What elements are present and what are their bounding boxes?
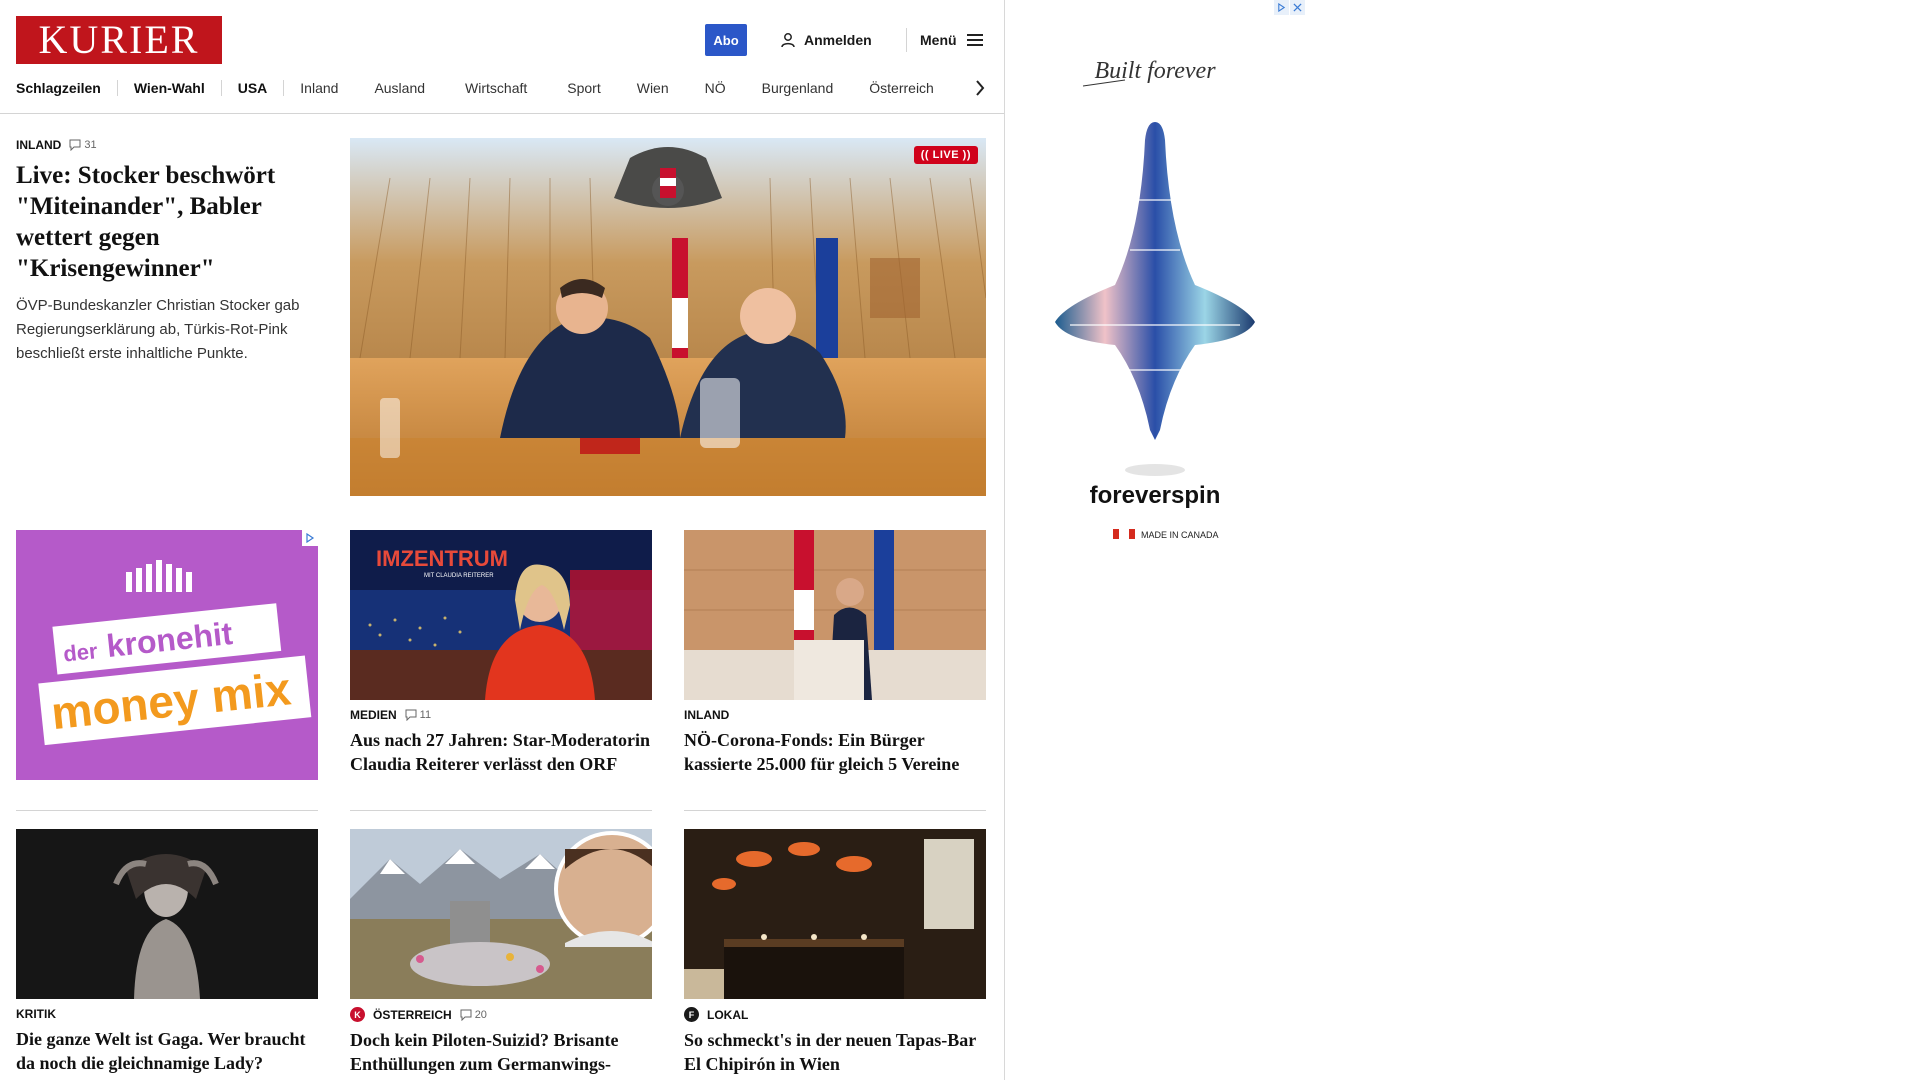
- nav-item-sport[interactable]: Sport: [567, 80, 600, 96]
- article-card-medien[interactable]: IMZENTRUM MIT CLAUDIA REITERER MEDIEN 11…: [350, 530, 652, 776]
- kicker-label: KRITIK: [16, 1007, 56, 1021]
- kicker-label: MEDIEN: [350, 708, 397, 722]
- nav-scroll-right-icon[interactable]: [968, 76, 992, 100]
- card-headline[interactable]: Die ganze Welt ist Gaga. Wer braucht da …: [16, 1027, 318, 1075]
- parliament-photo: [350, 138, 986, 496]
- card-kicker: f LOKAL: [684, 1007, 986, 1022]
- menu-button[interactable]: Menü: [920, 28, 983, 52]
- nav-item-inland[interactable]: Inland: [300, 80, 338, 96]
- ad-close-icon[interactable]: [1290, 0, 1305, 15]
- logo-text: KURIER: [38, 17, 200, 62]
- kronehit-ad-graphic: der kronehit money mix: [16, 530, 318, 780]
- divider: [350, 810, 652, 811]
- card-headline[interactable]: NÖ-Corona-Fonds: Ein Bürger kassierte 25…: [684, 728, 986, 776]
- kronehit-ad[interactable]: der kronehit money mix: [16, 530, 318, 780]
- nav-item-ausland[interactable]: Ausland: [374, 80, 425, 96]
- nav-divider: [220, 80, 222, 96]
- nav-item-wien-wahl[interactable]: Wien-Wahl: [134, 80, 205, 96]
- comment-count[interactable]: 31: [69, 139, 97, 151]
- card-kicker: K ÖSTERREICH 20: [350, 1007, 652, 1022]
- nav-item-burgenland[interactable]: Burgenland: [762, 80, 834, 96]
- comment-count[interactable]: 11: [405, 709, 431, 721]
- press-conference-photo: [684, 530, 986, 700]
- menu-label: Menü: [920, 32, 957, 48]
- nav-item-usa[interactable]: USA: [238, 80, 268, 96]
- orf-studio-photo: IMZENTRUM MIT CLAUDIA REITERER: [350, 530, 652, 700]
- foreverspin-ad-graphic: Built forever foreverspin MADE IN CANADA: [1005, 0, 1305, 605]
- kurier-logo[interactable]: KURIER: [16, 16, 222, 64]
- thumb-show-subtitle: MIT CLAUDIA REITERER: [424, 573, 494, 579]
- comment-icon: [69, 139, 81, 151]
- divider: [16, 810, 318, 811]
- nav-item-wirtschaft[interactable]: Wirtschaft: [465, 80, 527, 96]
- comment-count-value: 11: [419, 709, 432, 721]
- comment-count-value: 31: [84, 139, 97, 151]
- card-headline[interactable]: So schmeckt's in der neuen Tapas-Bar El …: [684, 1028, 986, 1076]
- comment-icon: [405, 709, 417, 721]
- card-kicker: MEDIEN 11: [350, 708, 652, 722]
- nav-item-schlagzeilen[interactable]: Schlagzeilen: [16, 80, 101, 96]
- lead-teaser: ÖVP-Bundeskanzler Christian Stocker gab …: [16, 297, 300, 362]
- ad-badges: [1274, 0, 1305, 15]
- ad-script: Built forever: [1094, 58, 1216, 84]
- card-kicker: KRITIK: [16, 1007, 318, 1021]
- thumb-show-title: IMZENTRUM: [376, 546, 508, 571]
- live-badge: (( LIVE )): [913, 146, 978, 164]
- card-headline[interactable]: Doch kein Piloten-Suizid? Brisante Enthü…: [350, 1028, 652, 1080]
- main-column: KURIER Abo Anmelden Menü Schlagzeilen Wi…: [0, 0, 1005, 1080]
- card-headline[interactable]: Aus nach 27 Jahren: Star-Moderatorin Cla…: [350, 728, 652, 776]
- ad-brand: foreverspin: [1090, 482, 1221, 509]
- article-thumbnail[interactable]: [684, 829, 986, 999]
- ad-choices-icon[interactable]: [1274, 0, 1289, 15]
- divider: [684, 810, 986, 811]
- kurier-plus-icon: K: [350, 1007, 365, 1022]
- article-thumbnail[interactable]: [684, 530, 986, 700]
- article-card-kritik[interactable]: KRITIK Die ganze Welt ist Gaga. Wer brau…: [16, 829, 318, 1075]
- freizeit-icon: f: [684, 1007, 699, 1022]
- ad-choices-icon[interactable]: [302, 530, 318, 546]
- article-card-oesterreich[interactable]: K ÖSTERREICH 20 Doch kein Piloten-Suizid…: [350, 829, 652, 1080]
- lead-article[interactable]: INLAND 31 Live: Stocker beschwört "Mitei…: [16, 138, 322, 366]
- kicker-label: INLAND: [684, 708, 730, 722]
- header-divider: [906, 28, 907, 52]
- lead-kicker: INLAND 31: [16, 138, 322, 152]
- login-button[interactable]: Anmelden: [780, 28, 872, 52]
- abo-button[interactable]: Abo: [705, 24, 747, 56]
- article-card-lokal[interactable]: f LOKAL So schmeckt's in der neuen Tapas…: [684, 829, 986, 1076]
- lead-image[interactable]: (( LIVE )): [350, 138, 986, 496]
- live-label: LIVE: [932, 149, 960, 161]
- comment-count-value: 20: [474, 1008, 487, 1021]
- nav-item-wien[interactable]: Wien: [637, 80, 669, 96]
- lead-headline[interactable]: Live: Stocker beschwört "Miteinander", B…: [16, 160, 322, 284]
- nav-divider: [116, 80, 118, 96]
- top-bar: KURIER Abo Anmelden Menü: [0, 0, 1004, 80]
- nav-item-noe[interactable]: NÖ: [705, 80, 726, 96]
- ad-made-in: MADE IN CANADA: [1141, 530, 1219, 540]
- login-label: Anmelden: [804, 32, 872, 48]
- article-thumbnail[interactable]: IMZENTRUM MIT CLAUDIA REITERER: [350, 530, 652, 700]
- article-thumbnail[interactable]: [350, 829, 652, 999]
- lady-gaga-photo: [16, 829, 318, 999]
- nav-item-oesterreich[interactable]: Österreich: [869, 80, 934, 96]
- comment-count[interactable]: 20: [460, 1009, 487, 1021]
- comment-icon: [460, 1009, 472, 1021]
- section-nav: Schlagzeilen Wien-Wahl USA Inland Auslan…: [0, 74, 1004, 114]
- kicker-label: ÖSTERREICH: [373, 1007, 452, 1022]
- card-kicker: INLAND: [684, 708, 986, 722]
- user-icon: [781, 33, 795, 48]
- crash-site-photo: [350, 829, 652, 999]
- foreverspin-ad[interactable]: Built forever foreverspin MADE IN CANADA: [1005, 0, 1305, 605]
- nav-divider: [283, 80, 285, 96]
- ad-word-der: der: [62, 638, 99, 666]
- kicker-label: INLAND: [16, 138, 62, 152]
- tapas-bar-photo: [684, 829, 986, 999]
- article-thumbnail[interactable]: [16, 829, 318, 999]
- article-card-inland[interactable]: INLAND NÖ-Corona-Fonds: Ein Bürger kassi…: [684, 530, 986, 776]
- kicker-label: LOKAL: [707, 1007, 749, 1022]
- hamburger-icon: [966, 34, 983, 46]
